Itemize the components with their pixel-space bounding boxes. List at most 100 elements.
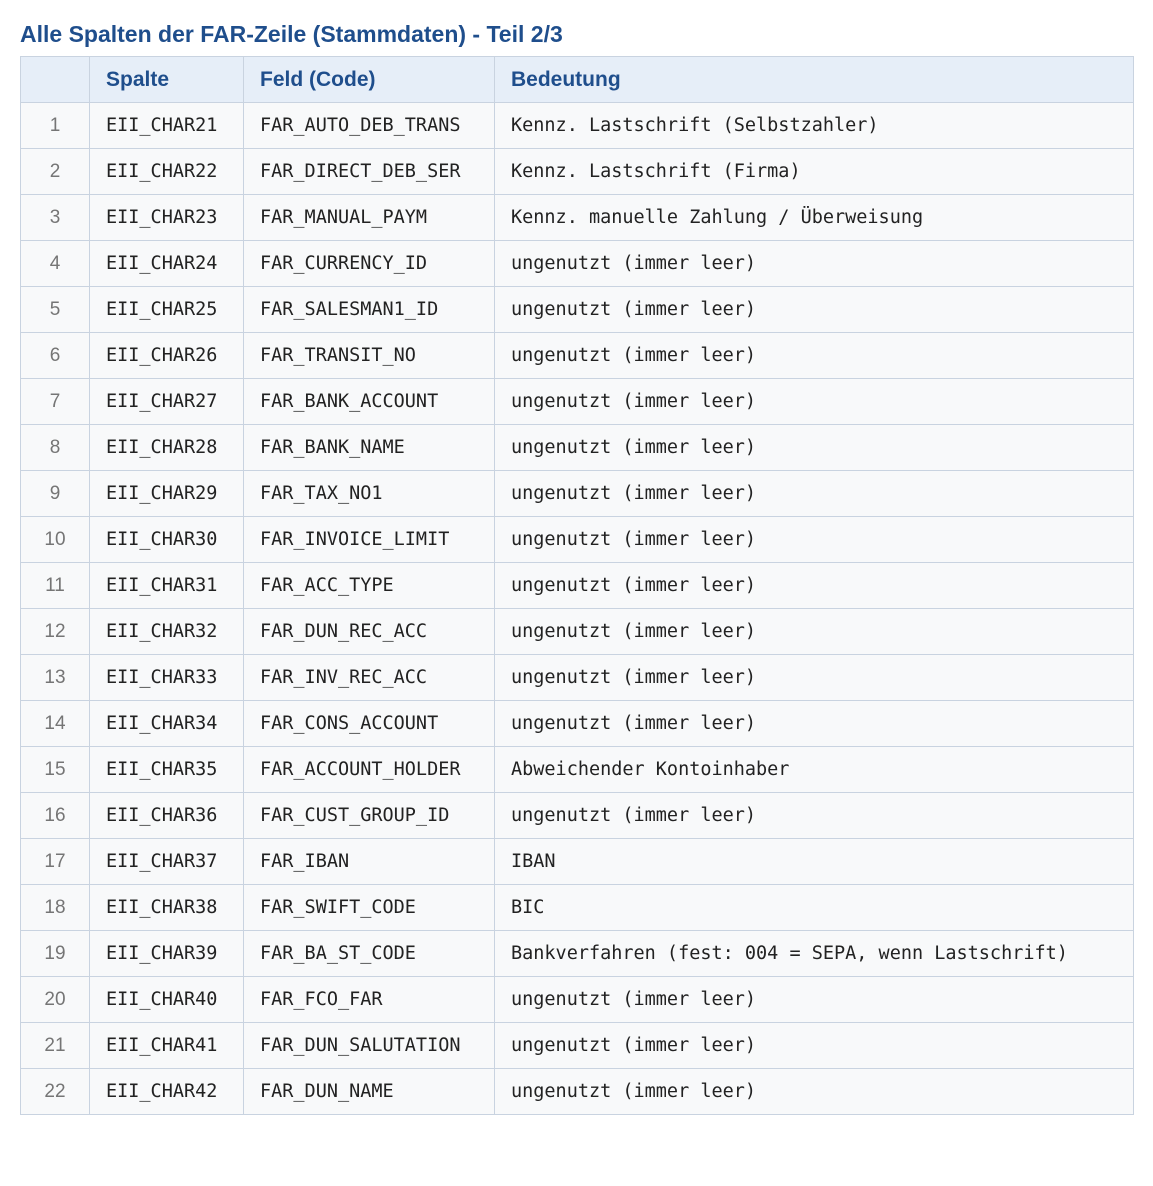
cell-spalte: EII_CHAR23	[89, 194, 244, 241]
cell-spalte: EII_CHAR39	[89, 930, 244, 977]
cell-bedeutung: IBAN	[494, 838, 1134, 885]
row-index: 11	[20, 562, 90, 609]
row-index: 17	[20, 838, 90, 885]
row-index: 14	[20, 700, 90, 747]
cell-feld: FAR_TRANSIT_NO	[243, 332, 495, 379]
table-row: 10 EII_CHAR30 FAR_INVOICE_LIMIT ungenutzt (…	[20, 516, 1134, 563]
cell-spalte: EII_CHAR31	[89, 562, 244, 609]
cell-feld: FAR_FCO_FAR	[243, 976, 495, 1023]
cell-spalte: EII_CHAR34	[89, 700, 244, 747]
cell-bedeutung: ungenutzt (immer leer)	[494, 792, 1134, 839]
table-header-row: Spalte Feld (Code) Bedeutung	[20, 56, 1134, 103]
cell-bedeutung: ungenutzt (immer leer)	[494, 240, 1134, 287]
cell-bedeutung: Abweichender Kontoinhaber	[494, 746, 1134, 793]
header-bedeutung: Bedeutung	[494, 56, 1134, 103]
cell-feld: FAR_CURRENCY_ID	[243, 240, 495, 287]
cell-feld: FAR_SALESMAN1_ID	[243, 286, 495, 333]
cell-bedeutung: ungenutzt (immer leer)	[494, 976, 1134, 1023]
row-index: 16	[20, 792, 90, 839]
row-index: 19	[20, 930, 90, 977]
table-row: 22 EII_CHAR42 FAR_DUN_NAME ungenutzt (immer…	[20, 1068, 1134, 1115]
header-index	[20, 56, 90, 103]
cell-bedeutung: ungenutzt (immer leer)	[494, 424, 1134, 471]
table-row: 21 EII_CHAR41 FAR_DUN_SALUTATION ungenutzt …	[20, 1022, 1134, 1069]
row-index: 7	[20, 378, 90, 425]
table-row: 17 EII_CHAR37 FAR_IBAN IBAN	[20, 838, 1134, 885]
table-row: 1 EII_CHAR21 FAR_AUTO_DEB_TRANS Kennz. Last…	[20, 102, 1134, 149]
cell-feld: FAR_MANUAL_PAYM	[243, 194, 495, 241]
row-index: 21	[20, 1022, 90, 1069]
cell-spalte: EII_CHAR30	[89, 516, 244, 563]
table-row: 4 EII_CHAR24 FAR_CURRENCY_ID ungenutzt (imm…	[20, 240, 1134, 287]
cell-spalte: EII_CHAR32	[89, 608, 244, 655]
cell-bedeutung: ungenutzt (immer leer)	[494, 1022, 1134, 1069]
header-spalte: Spalte	[89, 56, 244, 103]
header-feld: Feld (Code)	[243, 56, 495, 103]
cell-spalte: EII_CHAR42	[89, 1068, 244, 1115]
cell-feld: FAR_INVOICE_LIMIT	[243, 516, 495, 563]
row-index: 22	[20, 1068, 90, 1115]
table-row: 11 EII_CHAR31 FAR_ACC_TYPE ungenutzt (immer…	[20, 562, 1134, 609]
row-index: 18	[20, 884, 90, 931]
table-row: 13 EII_CHAR33 FAR_INV_REC_ACC ungenutzt (im…	[20, 654, 1134, 701]
page-title: Alle Spalten der FAR-Zeile (Stammdaten) …	[20, 21, 563, 47]
row-index: 12	[20, 608, 90, 655]
cell-spalte: EII_CHAR38	[89, 884, 244, 931]
cell-spalte: EII_CHAR27	[89, 378, 244, 425]
table-row: 16 EII_CHAR36 FAR_CUST_GROUP_ID ungenutzt (…	[20, 792, 1134, 839]
cell-bedeutung: ungenutzt (immer leer)	[494, 700, 1134, 747]
columns-table: Spalte Feld (Code) Bedeutung 1 EII_CHAR21…	[20, 56, 1134, 1115]
table-row: 15 EII_CHAR35 FAR_ACCOUNT_HOLDER Abweichend…	[20, 746, 1134, 793]
row-index: 6	[20, 332, 90, 379]
row-index: 5	[20, 286, 90, 333]
table-body: 1 EII_CHAR21 FAR_AUTO_DEB_TRANS Kennz. Last…	[20, 102, 1134, 1115]
row-index: 3	[20, 194, 90, 241]
cell-spalte: EII_CHAR37	[89, 838, 244, 885]
table-row: 9 EII_CHAR29 FAR_TAX_NO1 ungenutzt (immer l…	[20, 470, 1134, 517]
cell-bedeutung: ungenutzt (immer leer)	[494, 516, 1134, 563]
cell-bedeutung: Bankverfahren (fest: 004 = SEPA, wenn La…	[494, 930, 1134, 977]
cell-feld: FAR_DUN_SALUTATION	[243, 1022, 495, 1069]
cell-spalte: EII_CHAR24	[89, 240, 244, 287]
cell-spalte: EII_CHAR22	[89, 148, 244, 195]
cell-spalte: EII_CHAR33	[89, 654, 244, 701]
cell-feld: FAR_CUST_GROUP_ID	[243, 792, 495, 839]
cell-spalte: EII_CHAR21	[89, 102, 244, 149]
table-row: 14 EII_CHAR34 FAR_CONS_ACCOUNT ungenutzt (i…	[20, 700, 1134, 747]
cell-bedeutung: ungenutzt (immer leer)	[494, 608, 1134, 655]
cell-feld: FAR_BANK_NAME	[243, 424, 495, 471]
cell-feld: FAR_BANK_ACCOUNT	[243, 378, 495, 425]
cell-bedeutung: ungenutzt (immer leer)	[494, 1068, 1134, 1115]
row-index: 13	[20, 654, 90, 701]
row-index: 8	[20, 424, 90, 471]
table-row: 7 EII_CHAR27 FAR_BANK_ACCOUNT ungenutzt (im…	[20, 378, 1134, 425]
cell-feld: FAR_ACCOUNT_HOLDER	[243, 746, 495, 793]
table-row: 3 EII_CHAR23 FAR_MANUAL_PAYM Kennz. manuell…	[20, 194, 1134, 241]
row-index: 1	[20, 102, 90, 149]
table-row: 20 EII_CHAR40 FAR_FCO_FAR ungenutzt (immer …	[20, 976, 1134, 1023]
cell-feld: FAR_AUTO_DEB_TRANS	[243, 102, 495, 149]
cell-bedeutung: ungenutzt (immer leer)	[494, 286, 1134, 333]
cell-feld: FAR_DUN_NAME	[243, 1068, 495, 1115]
table-row: 6 EII_CHAR26 FAR_TRANSIT_NO ungenutzt (imme…	[20, 332, 1134, 379]
cell-bedeutung: ungenutzt (immer leer)	[494, 378, 1134, 425]
table-row: 18 EII_CHAR38 FAR_SWIFT_CODE BIC	[20, 884, 1134, 931]
cell-feld: FAR_SWIFT_CODE	[243, 884, 495, 931]
cell-bedeutung: ungenutzt (immer leer)	[494, 562, 1134, 609]
cell-feld: FAR_DIRECT_DEB_SER	[243, 148, 495, 195]
cell-feld: FAR_INV_REC_ACC	[243, 654, 495, 701]
cell-spalte: EII_CHAR25	[89, 286, 244, 333]
cell-bedeutung: ungenutzt (immer leer)	[494, 332, 1134, 379]
cell-bedeutung: ungenutzt (immer leer)	[494, 654, 1134, 701]
table-row: 5 EII_CHAR25 FAR_SALESMAN1_ID ungenutzt (im…	[20, 286, 1134, 333]
row-index: 15	[20, 746, 90, 793]
row-index: 4	[20, 240, 90, 287]
table-row: 2 EII_CHAR22 FAR_DIRECT_DEB_SER Kennz. Last…	[20, 148, 1134, 195]
cell-spalte: EII_CHAR35	[89, 746, 244, 793]
row-index: 2	[20, 148, 90, 195]
cell-feld: FAR_IBAN	[243, 838, 495, 885]
cell-bedeutung: Kennz. Lastschrift (Selbstzahler)	[494, 102, 1134, 149]
cell-bedeutung: ungenutzt (immer leer)	[494, 470, 1134, 517]
table-row: 12 EII_CHAR32 FAR_DUN_REC_ACC ungenutzt (im…	[20, 608, 1134, 655]
cell-spalte: EII_CHAR26	[89, 332, 244, 379]
